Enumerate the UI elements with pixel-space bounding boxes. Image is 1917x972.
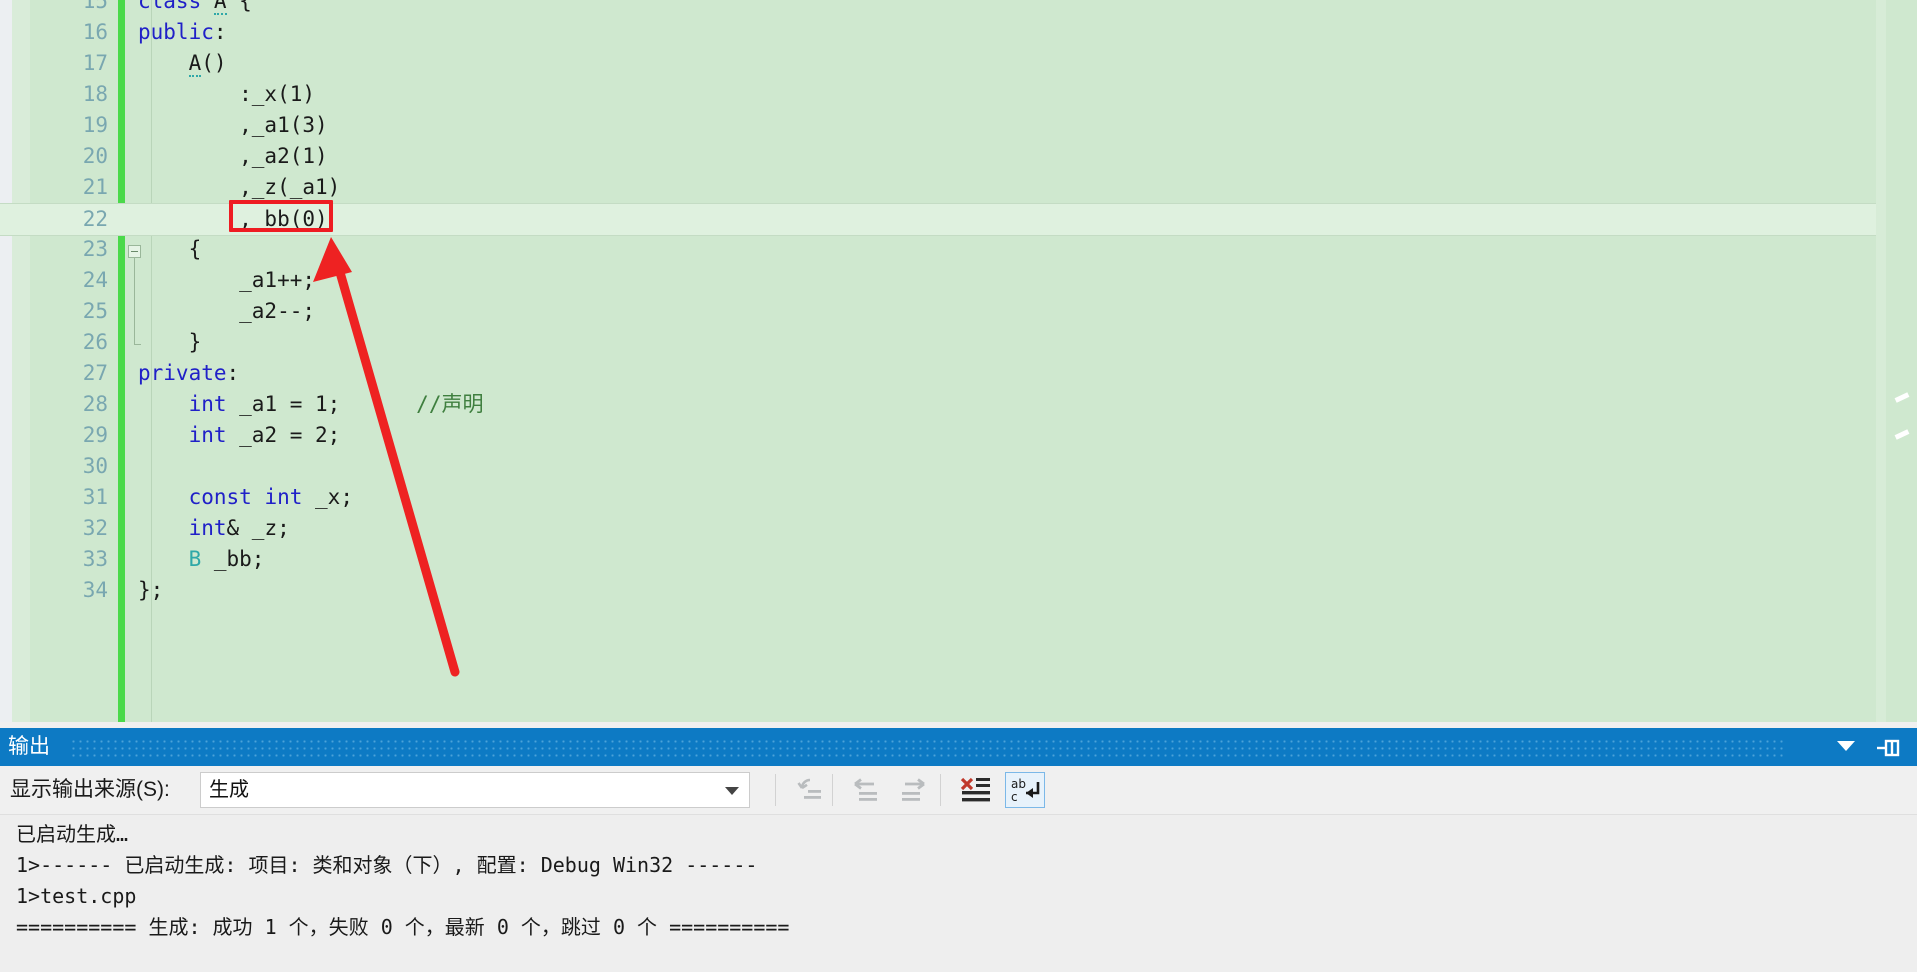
svg-text:c: c [1011,790,1018,804]
code-line-text: ,_z(_a1) [138,175,341,199]
code-line[interactable]: 25 _a2--; [0,296,1917,327]
code-lines[interactable]: 15 class A {16 public: 17 A() 18 :_x(1) 19 ,_… [0,0,1917,722]
go-to-next-line-button[interactable] [893,772,933,808]
line-number: 30 [82,454,108,478]
code-line[interactable]: 27 private: [0,358,1917,389]
go-to-previous-line-button[interactable] [846,772,886,808]
chevron-down-icon[interactable] [1837,741,1855,751]
line-number: 27 [82,361,108,385]
output-text-area[interactable]: 已启动生成… 1>------ 已启动生成: 项目: 类和对象（下）, 配置: D… [0,815,1917,972]
code-line-text: { [138,237,202,261]
code-line[interactable]: 23 { [0,234,1917,265]
line-number: 19 [82,113,108,137]
editor-right-margin [1876,0,1886,722]
line-number: 24 [82,268,108,292]
line-number: 28 [82,392,108,416]
output-panel-titlebar[interactable]: 输出 [0,728,1917,766]
line-number: 20 [82,144,108,168]
code-line[interactable]: 17 A() [0,48,1917,79]
output-line: 1>test.cpp [16,884,137,908]
line-number: 29 [82,423,108,447]
fold-end-tick [134,344,141,345]
code-line[interactable]: 19 ,_a1(3) [0,110,1917,141]
line-number: 32 [82,516,108,540]
clear-all-button[interactable] [955,772,995,808]
editor-scrollbar-track[interactable] [1886,0,1917,722]
line-number: 18 [82,82,108,106]
toolbar-separator [775,774,776,806]
code-line-text: } [138,330,202,354]
code-line[interactable]: 34}; [0,575,1917,606]
code-line-text: :_x(1) [138,82,316,106]
svg-text:ab: ab [1011,777,1026,791]
output-toolbar[interactable]: 显示输出来源(S): 生成 ab c [0,766,1917,815]
output-line: 1>------ 已启动生成: 项目: 类和对象（下）, 配置: Debug W… [16,853,758,877]
code-line[interactable]: 21 ,_z(_a1) [0,172,1917,203]
output-panel: 输出 显示输出来源(S): 生成 ab c 已启动生成… 1>------ 已启… [0,722,1917,972]
fold-stem [134,258,135,344]
code-line-text: ,_a2(1) [138,144,328,168]
code-line-text: A() [188,51,227,77]
ide-window: 15 class A {16 public: 17 A() 18 :_x(1) 19 ,_… [0,0,1917,972]
output-source-label: 显示输出来源(S): [10,778,170,801]
code-line[interactable]: 26 } [0,327,1917,358]
word-wrap-abc-icon: ab c [1011,777,1040,804]
output-source-combobox[interactable]: 生成 [200,772,750,808]
code-line-text: const int _x; [188,485,353,509]
code-line-text: private: [138,361,240,385]
code-line[interactable]: 30 [0,451,1917,482]
code-line[interactable]: 15 class A { [0,0,1917,17]
code-line-text: _a1++; [138,268,316,292]
output-source-value: 生成 [209,779,249,801]
arrow-up-left-lines-icon [797,778,821,799]
code-line[interactable]: 20 ,_a2(1) [0,141,1917,172]
line-number: 25 [82,299,108,323]
toggle-word-wrap-button[interactable]: ab c [1005,772,1045,808]
code-editor[interactable]: 15 class A {16 public: 17 A() 18 :_x(1) 19 ,_… [0,0,1917,722]
annotation-highlight-box [229,200,333,232]
go-to-previous-message-button[interactable] [790,772,830,808]
code-line[interactable]: 32 int& _z; [0,513,1917,544]
output-line: 已启动生成… [16,822,129,846]
output-panel-title: 输出 [8,735,50,758]
arrow-left-lines-icon [854,778,877,801]
line-number: 34 [82,578,108,602]
arrow-right-lines-icon [902,778,925,801]
code-line[interactable]: 16 public: [0,17,1917,48]
code-line[interactable]: 29 int _a2 = 2; [0,420,1917,451]
line-number: 26 [82,330,108,354]
line-number: 31 [82,485,108,509]
line-number: 23 [82,237,108,261]
chevron-down-icon[interactable] [725,787,739,795]
line-number: 33 [82,547,108,571]
code-line-text: int& _z; [188,516,290,540]
toolbar-separator [940,774,941,806]
code-line[interactable]: 33 B _bb; [0,544,1917,575]
line-number: 16 [82,20,108,44]
code-line[interactable]: 18 :_x(1) [0,79,1917,110]
code-line-text: B _bb; [188,547,265,571]
code-line-text: }; [138,578,164,602]
code-line[interactable]: 28 int _a1 = 1; //声明 [0,389,1917,420]
code-line[interactable]: 24 _a1++; [0,265,1917,296]
titlebar-dot-pattern [70,738,1787,758]
code-line-text: int _a2 = 2; [188,423,341,447]
line-number: 15 [82,0,108,13]
code-line-text: public: [138,20,227,44]
line-number: 17 [82,51,108,75]
code-line-text: ,_a1(3) [138,113,328,137]
code-line-text: class A { [138,0,252,17]
output-line: ========== 生成: 成功 1 个，失败 0 个，最新 0 个，跳过 0… [16,915,790,939]
code-line[interactable]: 31 const int _x; [0,482,1917,513]
clear-all-icon [960,777,990,802]
fold-collapse-box[interactable] [128,245,141,258]
line-number: 22 [82,207,108,231]
pin-icon[interactable] [1873,738,1901,758]
line-number: 21 [82,175,108,199]
code-line-text: int _a1 = 1; //声明 [188,392,484,416]
toolbar-separator [832,774,833,806]
code-line-text: _a2--; [138,299,316,323]
